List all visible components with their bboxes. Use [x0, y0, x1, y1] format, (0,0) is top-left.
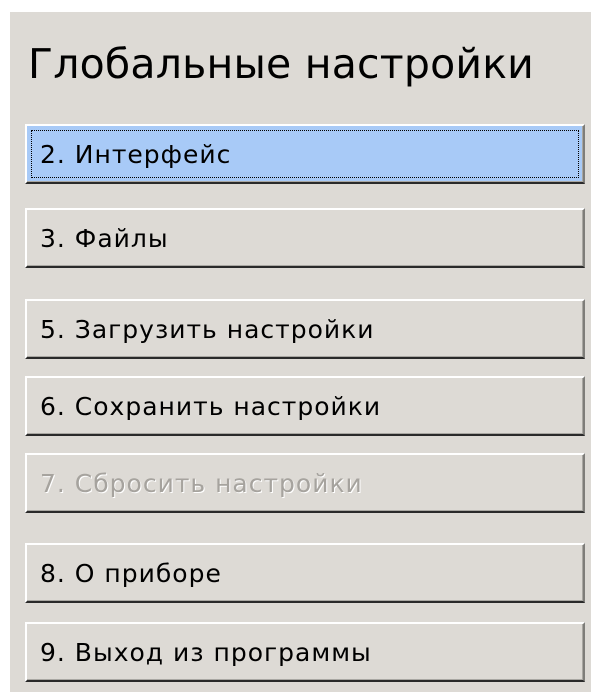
- menu-item-label: 6. Сохранить настройки: [40, 391, 382, 421]
- menu-item-save-settings[interactable]: 6. Сохранить настройки: [25, 376, 585, 436]
- menu-item-files[interactable]: 3. Файлы: [25, 208, 585, 268]
- menu-item-interface[interactable]: 2. Интерфейс: [25, 124, 585, 184]
- menu-item-label: 3. Файлы: [40, 223, 169, 253]
- menu-item-exit[interactable]: 9. Выход из программы: [25, 622, 585, 682]
- menu-item-reset-settings: 7. Сбросить настройки: [25, 453, 585, 513]
- menu-item-label: 5. Загрузить настройки: [40, 314, 375, 344]
- menu-item-label: 7. Сбросить настройки: [40, 468, 363, 498]
- menu-item-about-device[interactable]: 8. О приборе: [25, 543, 585, 603]
- menu-item-label: 2. Интерфейс: [40, 139, 232, 169]
- page-title: Глобальные настройки: [28, 40, 535, 88]
- menu-item-label: 9. Выход из программы: [40, 637, 372, 667]
- menu-item-label: 8. О приборе: [40, 558, 222, 588]
- settings-window: Глобальные настройки 2. Интерфейс 3. Фай…: [10, 12, 591, 692]
- menu-item-load-settings[interactable]: 5. Загрузить настройки: [25, 299, 585, 359]
